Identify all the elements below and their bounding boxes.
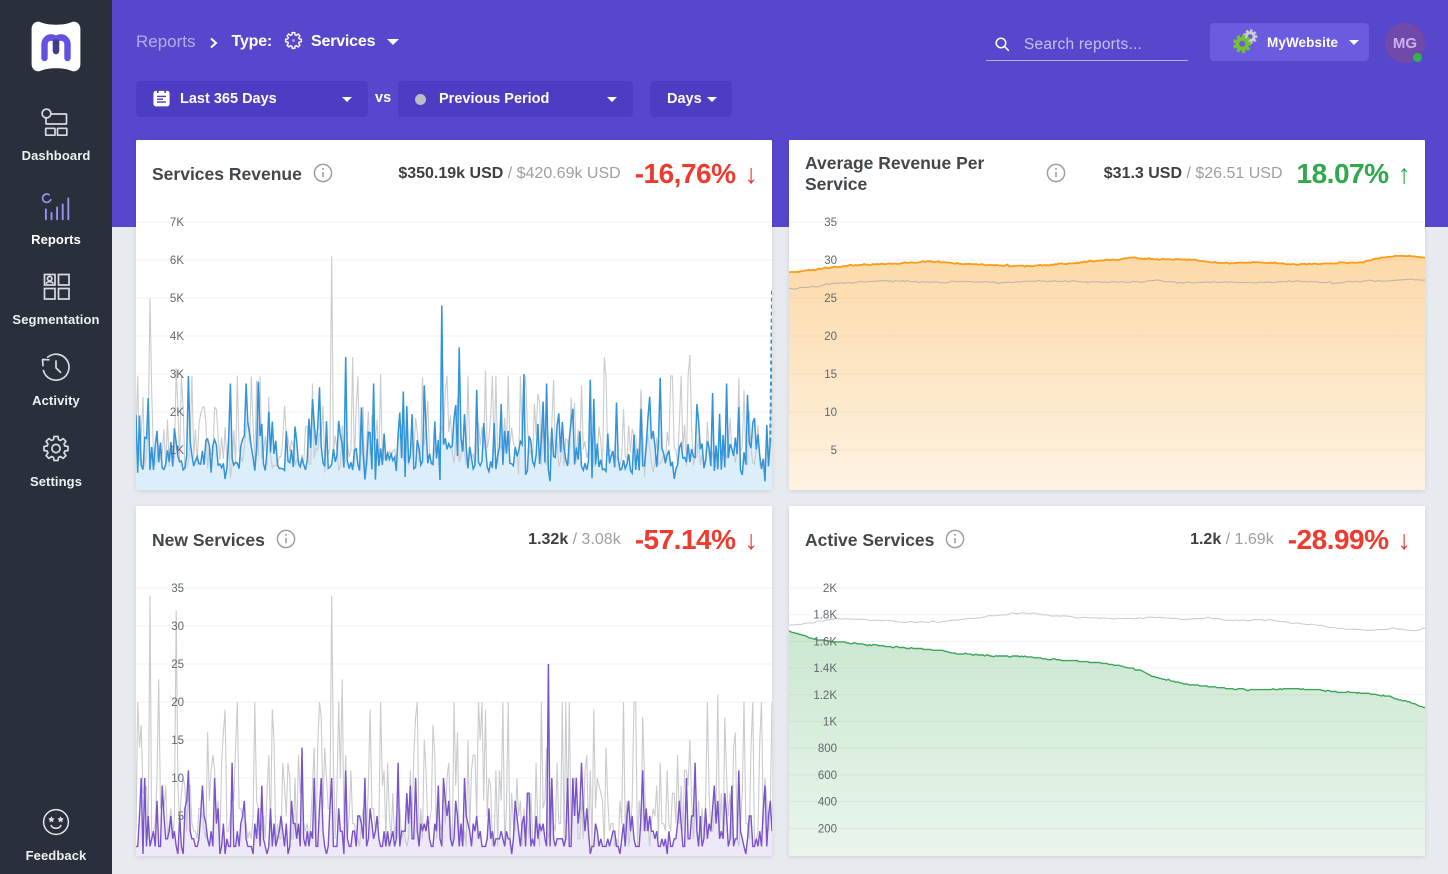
svg-text:4K: 4K <box>170 331 184 343</box>
svg-text:20: 20 <box>171 697 184 709</box>
svg-text:15: 15 <box>171 735 184 747</box>
svg-text:25: 25 <box>171 659 184 671</box>
svg-text:30: 30 <box>824 255 837 267</box>
svg-text:1.8K: 1.8K <box>813 610 837 622</box>
svg-text:1K: 1K <box>823 717 837 729</box>
svg-text:30: 30 <box>171 621 184 633</box>
svg-text:25: 25 <box>824 293 837 305</box>
svg-text:5K: 5K <box>170 293 184 305</box>
svg-text:7K: 7K <box>170 217 184 229</box>
svg-text:600: 600 <box>818 770 837 782</box>
svg-text:1K: 1K <box>170 445 184 457</box>
svg-text:800: 800 <box>818 743 837 755</box>
svg-text:3K: 3K <box>170 369 184 381</box>
svg-text:1.2K: 1.2K <box>813 690 837 702</box>
svg-text:10: 10 <box>824 407 837 419</box>
svg-text:5: 5 <box>831 445 837 457</box>
svg-text:10: 10 <box>171 773 184 785</box>
svg-text:400: 400 <box>818 797 837 809</box>
svg-text:15: 15 <box>824 369 837 381</box>
svg-text:5: 5 <box>178 811 184 823</box>
svg-text:1.4K: 1.4K <box>813 663 837 675</box>
svg-text:35: 35 <box>824 217 837 229</box>
svg-text:35: 35 <box>171 583 184 595</box>
svg-text:200: 200 <box>818 823 837 835</box>
svg-text:20: 20 <box>824 331 837 343</box>
svg-text:2K: 2K <box>170 407 184 419</box>
svg-text:6K: 6K <box>170 255 184 267</box>
svg-text:1.6K: 1.6K <box>813 636 837 648</box>
svg-text:2K: 2K <box>823 583 837 595</box>
